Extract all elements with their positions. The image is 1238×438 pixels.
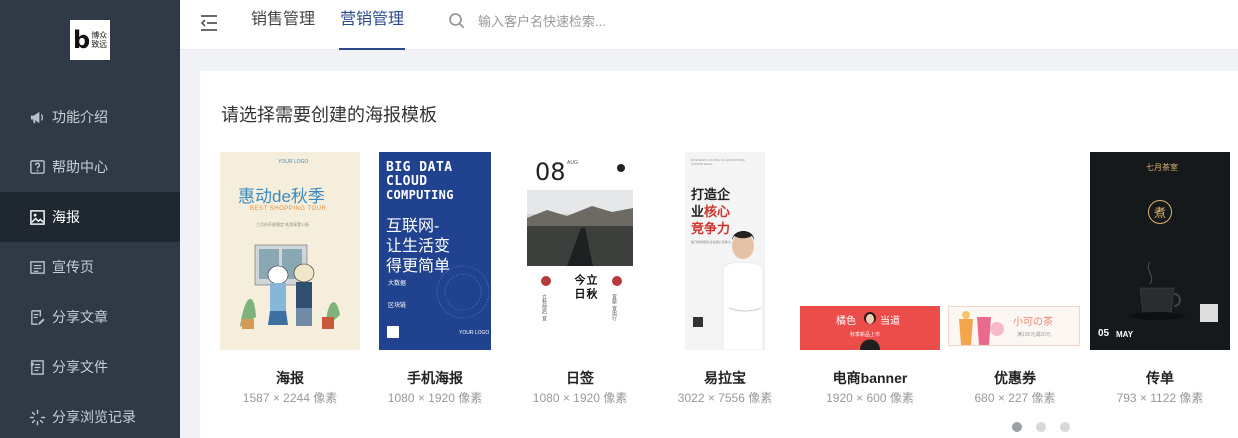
sidebar-item-share-article[interactable]: 分享文章: [0, 292, 180, 342]
image-icon: [28, 208, 46, 226]
thumb-month: MAY: [1116, 330, 1134, 339]
model-photo: [860, 312, 880, 350]
thumb-sub: BEST SHOPPING TOUR: [250, 206, 327, 212]
thumb-sub: 满100元减20元: [1017, 332, 1051, 338]
thumb-col1: 立秋前后 宜: [541, 294, 547, 321]
template-panel: 请选择需要创建的海报模板 YOUR LOGO 惠动de秋季 BEST SHOPP…: [200, 71, 1238, 438]
thumb-line3: COMPUTING: [386, 188, 454, 202]
sidebar-item-share-history[interactable]: 分享浏览记录: [0, 392, 180, 438]
thumb-date: 05: [1098, 328, 1110, 339]
thumb-title: 小可の茶: [1013, 317, 1053, 328]
template-size: 793 × 1122 像素: [1116, 391, 1204, 405]
thumb-headline: 惠动de秋季: [238, 187, 325, 206]
brand-logo[interactable]: b 博众 致远: [70, 20, 110, 60]
thumb-text2: 当道: [880, 316, 900, 327]
sidebar-item-label: 帮助中心: [52, 159, 108, 175]
logo-letter: b: [73, 26, 91, 54]
ecom-banner-thumbnail: 橘色 当道 秋季新品上市: [800, 306, 940, 350]
sidebar-item-help[interactable]: 帮助中心: [0, 142, 180, 192]
mobile-poster-thumbnail: BIG DATA CLOUD COMPUTING 互联网- 让生活变 得更简单 …: [379, 152, 491, 350]
thumb-month: AUG: [567, 160, 578, 166]
coupon-thumbnail: 小可の茶 满100元减20元: [948, 306, 1080, 346]
thumb-line1: BIG DATA: [386, 160, 453, 175]
page-icon: [28, 258, 46, 276]
carousel-pagination: [1012, 422, 1070, 432]
thumb-line2b: 核心: [704, 204, 731, 219]
logo-text: 博众 致远: [91, 31, 107, 49]
thumb-text1: 橘色: [836, 316, 856, 327]
article-edit-icon: [28, 308, 46, 326]
road-photo: [527, 190, 633, 266]
sidebar-item-share-file[interactable]: 分享文件: [0, 342, 180, 392]
thumb-top: 七月茶室: [1146, 163, 1178, 172]
help-icon: [28, 158, 46, 176]
sidebar-item-poster[interactable]: 海报: [0, 192, 180, 242]
businessman-photo: [722, 231, 764, 350]
thumb-logo: YOUR LOGO: [459, 330, 490, 336]
logo-line2: 致远: [91, 40, 108, 49]
tab-sales[interactable]: 销售管理: [251, 0, 315, 50]
megaphone-icon: [28, 108, 46, 126]
daily-sign-thumbnail: 08 AUG 今日 立秋 立秋前后 宜 宜祭 宜出行: [527, 152, 633, 350]
menu-collapse-icon[interactable]: [198, 12, 220, 34]
rollup-thumbnail: BUSINESS COURSE OF ENTERPRISE COMPETENCE…: [685, 152, 765, 350]
thumb-eng: BUSINESS COURSE OF ENTERPRISE COMPETENCE: [691, 158, 745, 166]
page-dot-2[interactable]: [1036, 422, 1046, 432]
loading-icon: [28, 408, 46, 426]
sidebar: b 博众 致远 功能介绍 帮助中心 海报 宣传页 分享文章 分享文件 分享浏览记…: [0, 0, 180, 438]
thumb-tag1: 大数据: [388, 281, 407, 287]
qr-code: [387, 326, 399, 338]
file-icon: [28, 358, 46, 376]
thumb-col2: 宜祭 宜出行: [611, 294, 617, 321]
sidebar-item-label: 海报: [52, 209, 80, 225]
search-box: [448, 8, 678, 34]
thumb-title2: 立秋: [585, 274, 597, 302]
thumb-line2a: 业: [691, 204, 705, 219]
search-icon: [449, 13, 465, 29]
drinks-illustration: [959, 311, 1004, 345]
sidebar-item-label: 分享文章: [52, 309, 108, 325]
cats-illustration: [240, 244, 340, 329]
search-input[interactable]: [478, 13, 678, 29]
thumb-day: 08: [535, 158, 566, 186]
thumb-tag2: 区块链: [388, 303, 407, 309]
page-title: 请选择需要创建的海报模板: [221, 105, 437, 125]
poster-thumbnail: YOUR LOGO 惠动de秋季 BEST SHOPPING TOUR 三月份开…: [220, 152, 360, 350]
thumb-seal: 煮: [1153, 205, 1166, 220]
template-name: 传单: [1146, 370, 1174, 386]
sidebar-item-label: 宣传页: [52, 259, 94, 275]
page-dot-3[interactable]: [1060, 422, 1070, 432]
thumb-logo: YOUR LOGO: [278, 159, 309, 165]
sidebar-item-label: 分享文件: [52, 359, 108, 375]
tab-marketing[interactable]: 营销管理: [338, 0, 406, 50]
flyer-thumbnail: 七月茶室 煮 05 MAY: [1090, 152, 1230, 350]
sidebar-item-brochure[interactable]: 宣传页: [0, 242, 180, 292]
logo-line1: 博众: [91, 31, 108, 40]
sidebar-item-features[interactable]: 功能介绍: [0, 92, 180, 142]
sidebar-item-label: 功能介绍: [52, 109, 108, 125]
top-header: 销售管理 营销管理: [180, 0, 1238, 50]
page-dot-1[interactable]: [1012, 422, 1022, 432]
globe-graphic: [436, 265, 489, 319]
thumb-line2: CLOUD: [386, 174, 428, 189]
thumb-line: 三月份开放预定 秋游享受13折: [256, 222, 310, 227]
sidebar-item-label: 分享浏览记录: [52, 409, 136, 425]
